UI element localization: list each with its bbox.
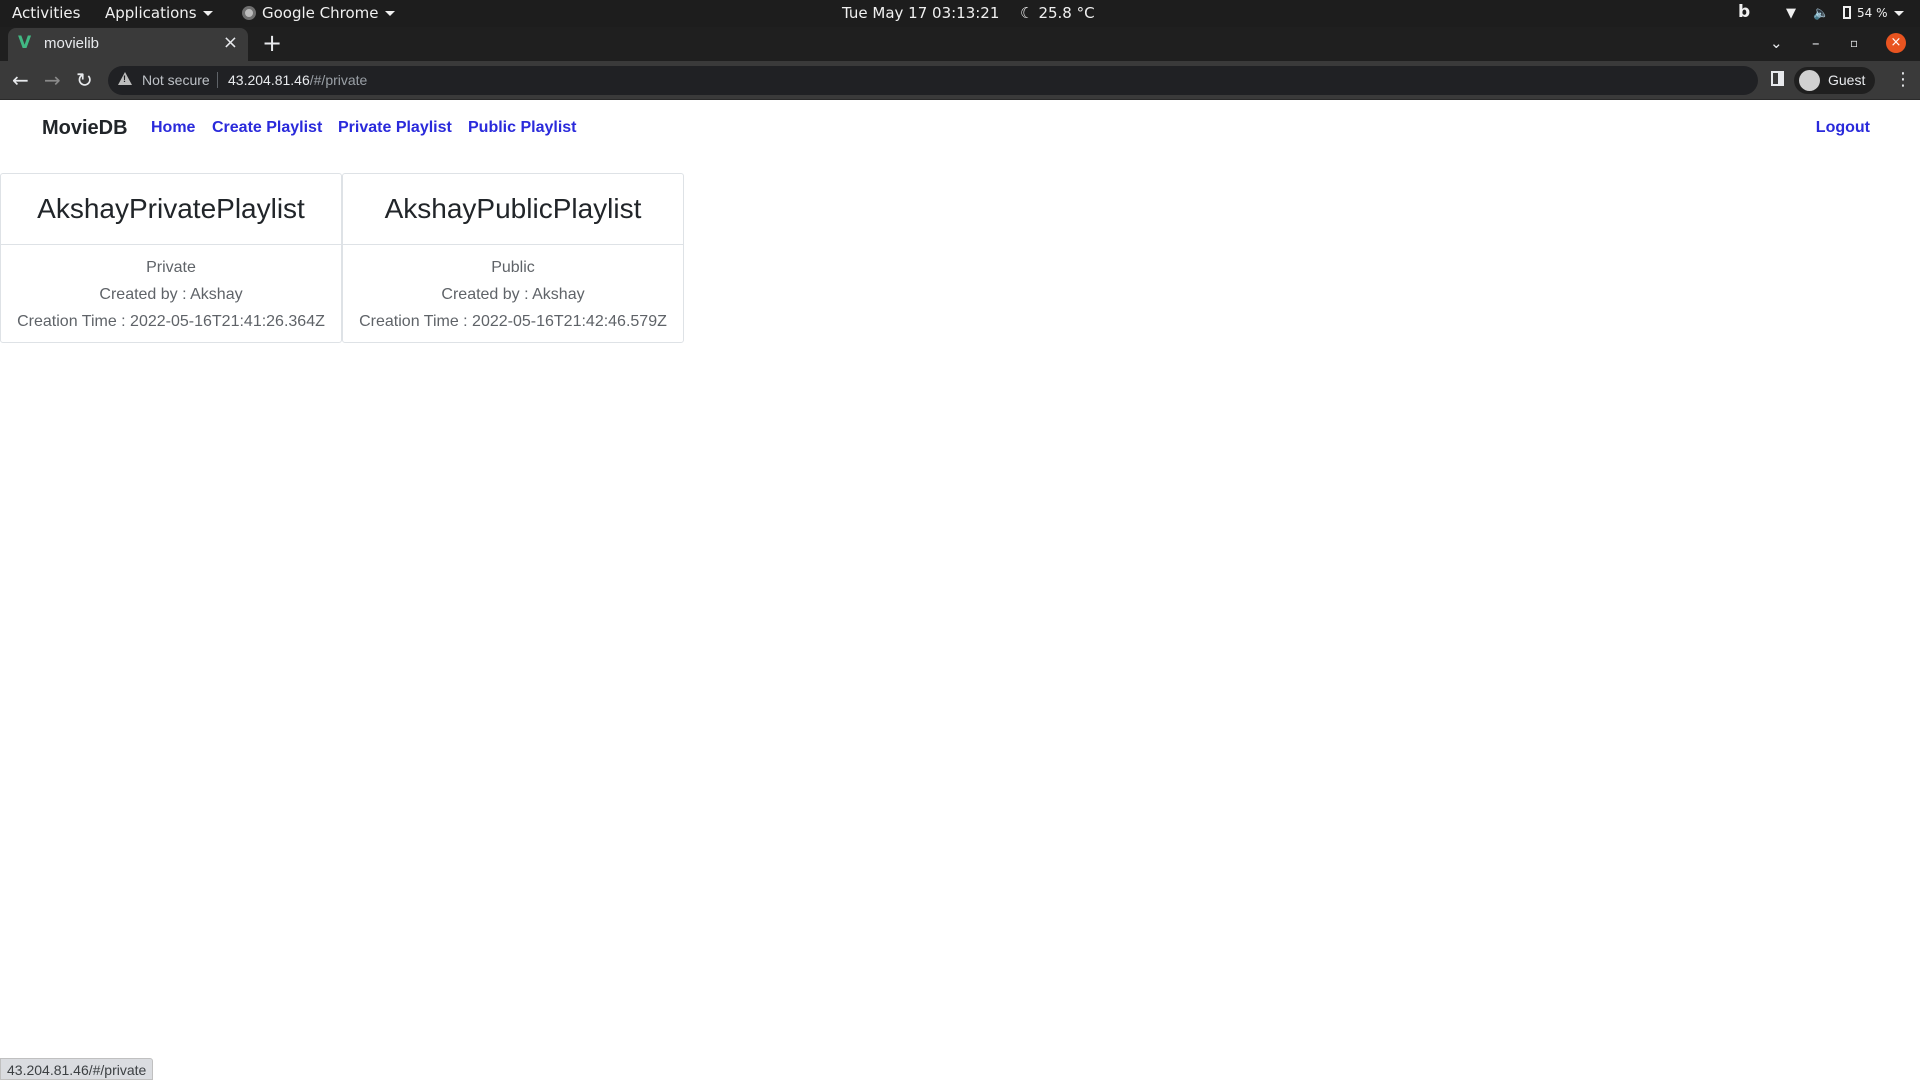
profile-button[interactable]: Guest <box>1794 67 1876 94</box>
browser-tab-strip: V movielib × + ⌄ – ▫ × <box>0 27 1920 61</box>
brand-logo[interactable]: MovieDB <box>42 117 128 140</box>
weather-icon: ☾ <box>1020 4 1034 22</box>
minimize-button[interactable]: – <box>1812 32 1820 54</box>
window-close-button[interactable]: × <box>1886 33 1906 53</box>
playlist-card[interactable]: AkshayPrivatePlaylist Private Created by… <box>0 173 342 343</box>
profile-label: Guest <box>1828 72 1866 88</box>
restore-button[interactable]: ▫ <box>1850 32 1858 54</box>
battery-label: 54 % <box>1857 6 1888 20</box>
nav-home[interactable]: Home <box>151 119 195 137</box>
playlist-title: AkshayPublicPlaylist <box>343 174 683 245</box>
back-button[interactable]: ← <box>12 68 29 92</box>
playlist-creator: Created by : Akshay <box>99 286 243 303</box>
weather-label: 25.8 °C <box>1038 4 1095 22</box>
warning-icon <box>118 72 132 85</box>
wifi-icon[interactable]: ▼ <box>1786 6 1796 21</box>
playlist-creator: Created by : Akshay <box>441 286 585 303</box>
divider <box>217 72 218 88</box>
avatar <box>1799 70 1820 91</box>
activities-button[interactable]: Activities <box>12 0 80 27</box>
weather-indicator[interactable]: ☾ 25.8 °C <box>1020 0 1095 27</box>
playlist-creation-time: Creation Time : 2022-05-16T21:41:26.364Z <box>17 313 325 330</box>
app-menu-chrome[interactable]: Google Chrome <box>242 0 395 27</box>
tab-title: movielib <box>44 35 100 52</box>
side-panel-icon[interactable] <box>1771 71 1784 86</box>
reload-button[interactable]: ↻ <box>76 68 93 92</box>
chrome-icon <box>242 6 256 20</box>
battery-icon <box>1843 6 1851 19</box>
browser-toolbar: ← → ↻ Not secure 43.204.81.46/#/private … <box>0 61 1920 100</box>
app-menu-label: Google Chrome <box>262 4 379 22</box>
close-tab-icon[interactable]: × <box>223 33 238 53</box>
more-menu-icon[interactable]: ⋮ <box>1894 69 1912 91</box>
tab-search-icon[interactable]: ⌄ <box>1770 32 1783 54</box>
clock[interactable]: Tue May 17 03:13:21 <box>842 0 999 27</box>
applications-menu[interactable]: Applications <box>105 0 213 27</box>
playlist-details: Public Created by : Akshay Creation Time… <box>343 245 683 335</box>
app-navbar: MovieDB Home Create Playlist Private Pla… <box>0 101 1920 157</box>
security-label[interactable]: Not secure <box>142 72 210 88</box>
playlist-details: Private Created by : Akshay Creation Tim… <box>1 245 341 335</box>
vue-logo-icon: V <box>18 33 32 53</box>
address-bar[interactable]: Not secure 43.204.81.46/#/private <box>108 66 1758 95</box>
new-tab-button[interactable]: + <box>262 29 282 57</box>
nav-public-playlist[interactable]: Public Playlist <box>468 119 576 137</box>
playlist-visibility: Public <box>491 259 535 276</box>
playlist-card[interactable]: AkshayPublicPlaylist Public Created by :… <box>342 173 684 343</box>
system-top-bar: Activities Applications Google Chrome Tu… <box>0 0 1920 27</box>
playlist-creation-time: Creation Time : 2022-05-16T21:42:46.579Z <box>359 313 667 330</box>
logout-button[interactable]: Logout <box>1816 119 1870 137</box>
applications-label: Applications <box>105 4 197 22</box>
chevron-down-icon <box>384 11 395 16</box>
playlist-visibility: Private <box>146 259 196 276</box>
forward-button[interactable]: → <box>44 68 61 92</box>
nav-private-playlist[interactable]: Private Playlist <box>338 119 452 137</box>
page-content: MovieDB Home Create Playlist Private Pla… <box>0 101 1920 1080</box>
browser-tab[interactable]: V movielib × <box>8 28 248 61</box>
link-status-bar: 43.204.81.46/#/private <box>0 1058 154 1080</box>
url-host: 43.204.81.46 <box>228 72 310 88</box>
nav-create-playlist[interactable]: Create Playlist <box>212 119 322 137</box>
playlist-title: AkshayPrivatePlaylist <box>1 174 341 245</box>
chevron-down-icon <box>202 11 213 16</box>
battery-indicator[interactable]: 54 % <box>1843 0 1904 27</box>
chevron-down-icon <box>1893 11 1904 16</box>
url-text[interactable]: 43.204.81.46/#/private <box>228 72 367 88</box>
volume-icon[interactable]: 🔈 <box>1813 6 1829 21</box>
url-path: /#/private <box>309 72 368 88</box>
bing-icon[interactable]: b <box>1738 2 1750 22</box>
